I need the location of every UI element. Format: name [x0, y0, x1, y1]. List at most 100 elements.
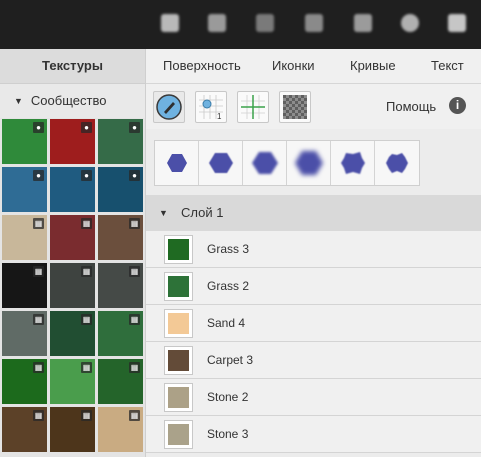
svg-text:1: 1 — [217, 112, 222, 121]
top-toolbar — [0, 0, 481, 49]
textures-title[interactable]: Текстуры — [0, 49, 145, 84]
window-icon[interactable] — [448, 14, 466, 32]
layer-item[interactable]: Grass 3 — [146, 231, 481, 268]
layer-item[interactable]: Grass 2 — [146, 268, 481, 305]
layer-item[interactable]: Carpet 3 — [146, 342, 481, 379]
texture-thumbnail — [164, 346, 193, 375]
texture-swatch[interactable]: ● — [2, 167, 47, 212]
texture-fill — [168, 350, 189, 371]
texture-thumbnail — [164, 272, 193, 301]
texture-swatch[interactable]: ▦ — [50, 215, 95, 260]
brush-presets — [154, 140, 420, 186]
grid-icon: ▦ — [81, 410, 92, 421]
brush-tool-button[interactable] — [153, 91, 185, 123]
grid-icon: ▦ — [129, 362, 140, 373]
droplet-icon: ● — [129, 170, 140, 181]
texture-swatch[interactable]: ● — [50, 119, 95, 164]
crosshair-grid-icon — [241, 95, 265, 119]
layer-item-name: Carpet 3 — [207, 353, 254, 367]
grid-icon: ▦ — [33, 362, 44, 373]
texture-swatch[interactable]: ▦ — [2, 311, 47, 356]
brush-preset-rough[interactable] — [331, 141, 375, 185]
bell-icon[interactable] — [208, 14, 226, 32]
layer-item-name: Grass 3 — [207, 242, 250, 256]
layer-item[interactable]: Stone 2 — [146, 379, 481, 416]
gear-icon[interactable] — [401, 14, 419, 32]
texture-swatch[interactable]: ▦ — [98, 263, 143, 308]
hexagon-jagged-icon — [386, 153, 408, 173]
texture-fill — [168, 276, 189, 297]
hexagon-hard-icon — [167, 154, 187, 172]
hexagon-softer-icon — [252, 152, 278, 174]
grid-icon: ▦ — [81, 314, 92, 325]
texture-thumbnail — [164, 383, 193, 412]
texture-fill — [168, 239, 189, 260]
hexagon-softest-icon — [295, 151, 323, 175]
brush-preset-soft-2[interactable] — [243, 141, 287, 185]
crosshair-grid-button[interactable] — [237, 91, 269, 123]
grid-icon[interactable] — [256, 14, 274, 32]
community-group-label: Сообщество — [30, 93, 107, 108]
texture-swatch[interactable]: ▦ — [50, 407, 95, 452]
layer-header[interactable]: ▼ Слой 1 — [146, 195, 481, 231]
transparency-icon — [283, 95, 307, 119]
texture-fill — [168, 313, 189, 334]
hexagon-rough-icon — [341, 152, 365, 174]
texture-swatch[interactable]: ● — [50, 167, 95, 212]
texture-swatch[interactable]: ● — [98, 167, 143, 212]
brush-preset-jagged[interactable] — [375, 141, 419, 185]
droplet-icon: ● — [129, 122, 140, 133]
caret-down-icon: ▼ — [14, 96, 23, 106]
layer-item-name: Stone 2 — [207, 390, 249, 404]
texture-swatch[interactable]: ▦ — [98, 311, 143, 356]
layer-item[interactable]: Sand 4 — [146, 305, 481, 342]
hexagon-soft-icon — [209, 153, 233, 173]
info-icon[interactable]: i — [449, 97, 466, 114]
tab-text[interactable]: Текст — [431, 49, 464, 83]
texture-thumbnail — [164, 420, 193, 449]
texture-swatch[interactable]: ▦ — [98, 407, 143, 452]
tag-icon[interactable] — [305, 14, 323, 32]
brush-tool-icon — [156, 94, 182, 120]
layer-item-name: Sand 4 — [207, 316, 246, 330]
layer-item[interactable]: Stone 3 — [146, 416, 481, 453]
texture-swatch[interactable]: ▦ — [50, 311, 95, 356]
layer-item-name: Stone 3 — [207, 427, 249, 441]
layer-item-name: Grass 2 — [207, 279, 250, 293]
brush-preset-hard[interactable] — [155, 141, 199, 185]
crop-icon[interactable] — [354, 14, 372, 32]
grid-icon: ▦ — [129, 266, 140, 277]
brush-preset-soft-1[interactable] — [199, 141, 243, 185]
textures-panel: Текстуры ▼ Сообщество ● ● ● ● ● ● ▦ ▦ ▦ ▦ ▦ ▦ ▦ ▦ ▦ ▦ ▦ ▦ ▦… — [0, 49, 146, 457]
texture-swatch[interactable]: ▦ — [2, 407, 47, 452]
grid-snap-icon: 1 — [199, 95, 223, 121]
droplet-icon: ● — [81, 122, 92, 133]
grid-snap-button[interactable]: 1 — [195, 91, 227, 123]
brush-preset-soft-3[interactable] — [287, 141, 331, 185]
texture-swatch[interactable]: ▦ — [2, 215, 47, 260]
grid-icon: ▦ — [33, 410, 44, 421]
texture-swatch[interactable]: ▦ — [2, 263, 47, 308]
texture-swatch[interactable]: ● — [98, 119, 143, 164]
texture-swatch[interactable]: ▦ — [2, 359, 47, 404]
texture-thumbnail — [164, 235, 193, 264]
texture-swatch[interactable]: ▦ — [98, 215, 143, 260]
caret-down-icon: ▼ — [159, 208, 168, 218]
grid-icon: ▦ — [33, 314, 44, 325]
help-label[interactable]: Помощь — [386, 99, 436, 114]
droplet-icon: ● — [33, 122, 44, 133]
grid-icon: ▦ — [129, 314, 140, 325]
texture-swatch[interactable]: ▦ — [50, 263, 95, 308]
grid-icon: ▦ — [129, 410, 140, 421]
tab-icons[interactable]: Иконки — [272, 49, 315, 83]
transparency-button[interactable] — [279, 91, 311, 123]
droplet-icon: ● — [33, 170, 44, 181]
grid-icon: ▦ — [81, 266, 92, 277]
texture-swatch[interactable]: ▦ — [98, 359, 143, 404]
community-group[interactable]: ▼ Сообщество — [0, 84, 145, 118]
texture-swatch[interactable]: ▦ — [50, 359, 95, 404]
tab-surface[interactable]: Поверхность — [163, 49, 241, 83]
text-tool-icon[interactable] — [161, 14, 179, 32]
texture-swatch[interactable]: ● — [2, 119, 47, 164]
tab-curves[interactable]: Кривые — [350, 49, 396, 83]
